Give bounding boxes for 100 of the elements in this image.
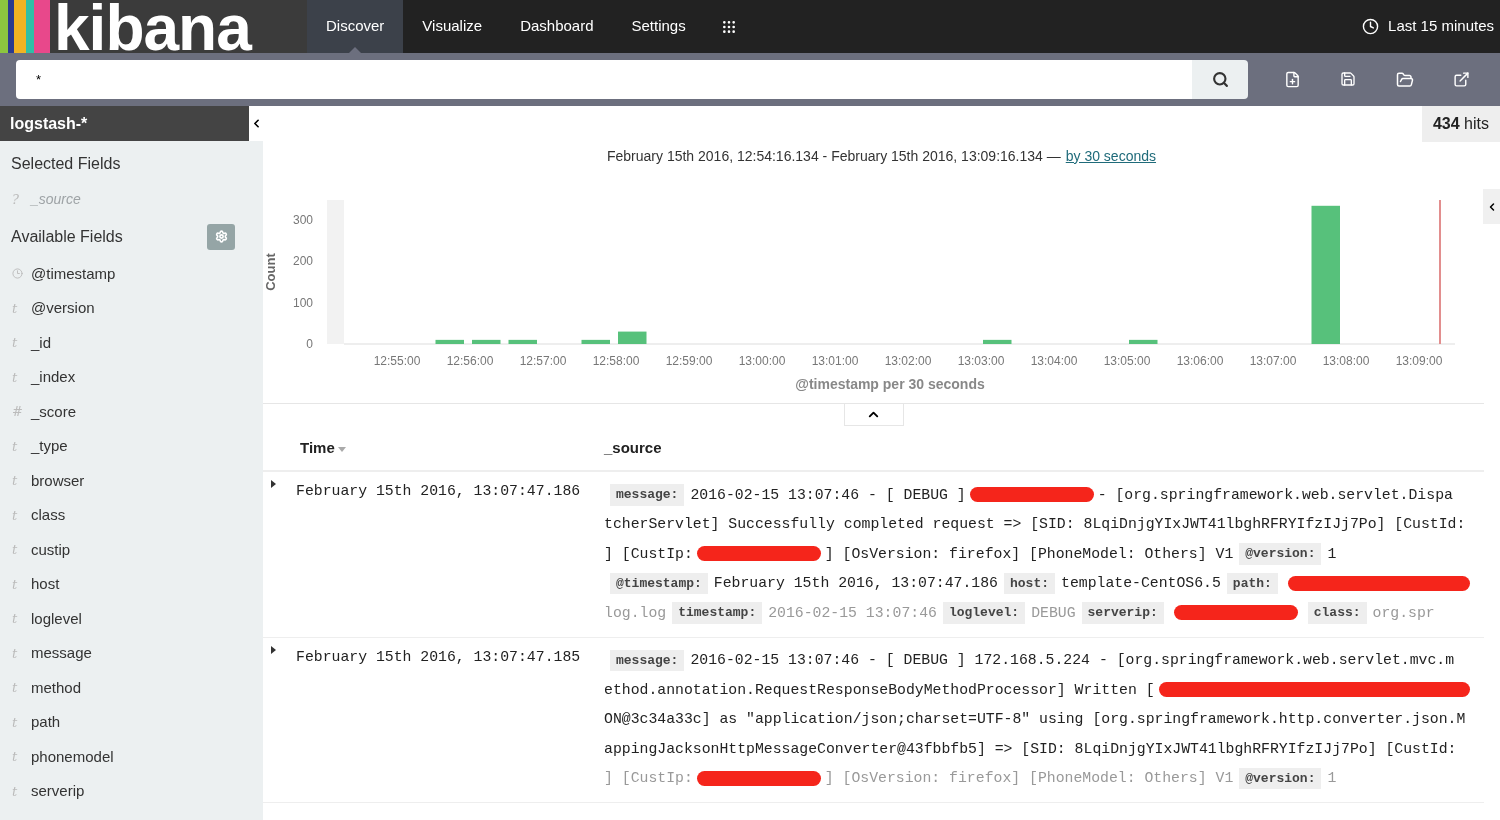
histogram-bar[interactable] — [581, 339, 610, 344]
field-key-label: @timestamp: — [610, 572, 708, 594]
field-value: 1 — [1327, 544, 1337, 564]
field-name[interactable]: serverip — [31, 780, 85, 803]
x-tick-label: 12:59:00 — [665, 354, 713, 368]
sort-caret-icon[interactable] — [337, 447, 346, 452]
column-header[interactable]: _source — [604, 436, 662, 460]
histogram-bar[interactable] — [1311, 205, 1340, 344]
new-document-icon[interactable] — [1284, 70, 1301, 88]
histogram-bar[interactable] — [983, 339, 1012, 344]
field-value: ON@3c34a33c] as "application/json;charset=UTF-8" using [org.springframework.http.converter.json.M — [604, 710, 1466, 730]
histogram-bar[interactable] — [618, 331, 647, 344]
field-value: appingJacksonHttpMessageConverter@43fbbfb5] => [SID: 8LqiDnjgYIxJWT41lbghRFRYIfzIJj7Po] [CustId: — [604, 739, 1457, 759]
field-name[interactable]: _id — [31, 331, 52, 354]
gear-icon — [214, 230, 228, 243]
field-value: ] [OsVersion: firefox] [PhoneModel: Others] V1 — [824, 544, 1234, 564]
field-name[interactable]: phonemodel — [31, 745, 114, 768]
expand-row-icon[interactable] — [271, 645, 276, 654]
field-name[interactable]: _index — [31, 366, 76, 389]
clock-icon — [1362, 18, 1380, 35]
search-button[interactable] — [1192, 60, 1248, 99]
field-name[interactable]: @timestamp — [31, 262, 116, 285]
nav-tab[interactable]: Dashboard — [501, 0, 613, 53]
x-tick-label: 13:04:00 — [1030, 354, 1078, 368]
hit-count: 434 hits — [1421, 106, 1500, 142]
histogram-bar[interactable] — [1129, 339, 1158, 344]
field-key-label: serverip: — [1081, 602, 1164, 624]
field-value: 2016-02-15 13:07:46 - [ DEBUG ] 172.168.5.224 - [org.springframework.web.servlet.mvc.m — [690, 651, 1455, 671]
x-tick-label: 12:57:00 — [519, 354, 567, 368]
histogram-bar[interactable] — [508, 339, 537, 344]
field-key-label: @version: — [1239, 543, 1322, 565]
field-value: 2016-02-15 13:07:46 - [ DEBUG ] — [690, 485, 966, 505]
x-tick-label: 13:05:00 — [1103, 354, 1151, 368]
x-tick-label: 13:09:00 — [1395, 354, 1443, 368]
x-tick-label: 13:08:00 — [1322, 354, 1370, 368]
field-type-glyph: # — [12, 403, 23, 421]
y-axis-label: Count — [263, 253, 278, 291]
index-pattern-header[interactable]: logstash-* — [0, 106, 249, 141]
field-key-label: host: — [1004, 572, 1055, 594]
field-key-label: message: — [610, 649, 685, 671]
field-key-label: @version: — [1239, 767, 1322, 789]
histogram-bar[interactable] — [435, 339, 464, 344]
section-title: Available Fields — [11, 226, 123, 247]
time-picker[interactable]: Last 15 minutes — [1362, 0, 1500, 53]
search-icon — [1211, 71, 1229, 88]
field-name[interactable]: @version — [31, 297, 95, 320]
search-field[interactable]: * — [16, 60, 1192, 99]
field-value: log.log — [604, 603, 667, 623]
field-name[interactable]: _score — [31, 400, 77, 423]
field-value: February 15th 2016, 13:07:47.186 — [713, 574, 998, 594]
field-key-label: class: — [1307, 602, 1367, 624]
collapse-toggle[interactable] — [843, 404, 904, 426]
share-icon[interactable] — [1453, 70, 1470, 88]
field-name[interactable]: message — [31, 642, 92, 665]
field-value: ] [OsVersion: firefox] [PhoneModel: Others] V1 — [824, 769, 1234, 789]
field-value: - [org.springframework.web.servlet.Dispa — [1097, 485, 1453, 505]
x-tick-label: 13:03:00 — [957, 354, 1005, 368]
field-name[interactable]: class — [31, 504, 66, 527]
time-cell-text: February 15th 2016, 13:07:47.186 — [296, 482, 581, 501]
nav-tab[interactable]: Settings — [612, 0, 705, 53]
field-name[interactable]: custip — [31, 538, 71, 561]
field-value: DEBUG — [1031, 603, 1076, 623]
field-name[interactable]: loglevel — [31, 607, 82, 630]
save-icon[interactable] — [1340, 70, 1357, 87]
field-type-glyph: ? — [12, 190, 20, 209]
field-name[interactable]: host — [31, 573, 60, 596]
x-tick-label: 13:06:00 — [1176, 354, 1224, 368]
field-key-label: message: — [610, 484, 685, 506]
kibana-logo[interactable]: kibana — [0, 0, 307, 53]
field-key-label: timestamp: — [672, 602, 763, 624]
x-tick-label: 13:07:00 — [1249, 354, 1297, 368]
x-tick-label: 12:55:00 — [373, 354, 421, 368]
time-range-text: February 15th 2016, 12:54:16.134 - February 15th 2016, 13:09:16.134 — — [606, 146, 1061, 166]
folder-icon[interactable] — [1395, 70, 1414, 89]
x-tick-label: 12:56:00 — [446, 354, 494, 368]
nav-tab[interactable]: Visualize — [403, 0, 502, 53]
field-value: ethod.annotation.RequestResponseBodyMethodProcessor] Written [ — [604, 680, 1155, 700]
interval-link[interactable]: by 30 seconds — [1065, 145, 1157, 167]
expand-row-icon[interactable] — [271, 480, 276, 488]
column-header[interactable]: Time — [300, 436, 335, 460]
x-axis-label: @timestamp per 30 seconds — [795, 376, 985, 392]
field-key-label: loglevel: — [942, 602, 1026, 624]
field-value: ] [CustIp: — [604, 769, 693, 789]
histogram-bar[interactable] — [472, 339, 501, 344]
field-name[interactable]: browser — [31, 469, 85, 492]
collapse-chart-tab[interactable] — [1483, 189, 1500, 224]
x-tick-label: 12:58:00 — [592, 354, 640, 368]
field-value: 2016-02-15 13:07:46 — [768, 603, 937, 623]
field-name[interactable]: path — [31, 711, 61, 734]
field-key-label: path: — [1226, 572, 1278, 594]
x-tick-label: 13:02:00 — [884, 354, 932, 368]
x-tick-label: 13:00:00 — [738, 354, 786, 368]
field-name[interactable]: method — [31, 676, 82, 699]
field-name[interactable]: _type — [31, 435, 68, 458]
field-value: org.spr — [1372, 603, 1435, 623]
clock-icon — [12, 268, 23, 280]
settings-button[interactable] — [207, 223, 235, 250]
x-tick-label: 13:01:00 — [811, 354, 859, 368]
section-title: Selected Fields — [10, 154, 122, 174]
nav-tab[interactable]: Discover — [307, 0, 404, 53]
